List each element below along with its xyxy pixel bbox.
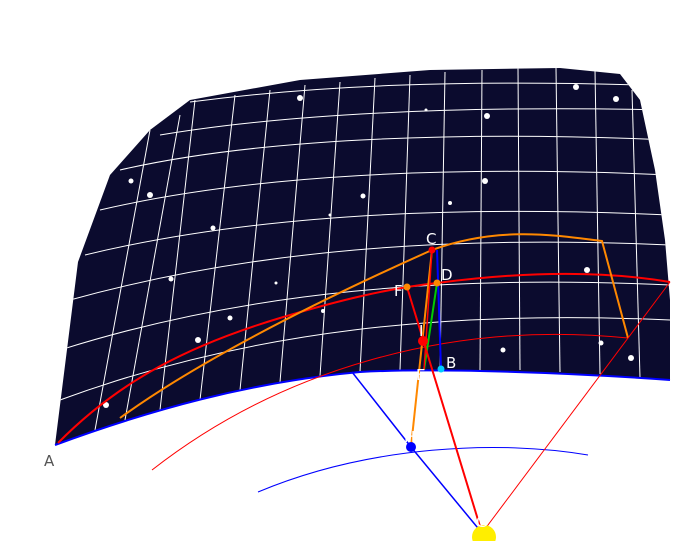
point-d[interactable] bbox=[433, 279, 441, 287]
label-c: C bbox=[426, 230, 436, 248]
label-e: E bbox=[416, 366, 425, 384]
blue-line-b-to-h bbox=[351, 371, 412, 448]
point-f[interactable] bbox=[403, 283, 411, 291]
blue-lower-arc bbox=[257, 446, 589, 493]
label-h: H bbox=[404, 428, 415, 446]
label-a: A bbox=[44, 452, 55, 470]
label-i: I bbox=[419, 322, 423, 340]
label-g: G bbox=[476, 513, 488, 531]
label-f: F bbox=[394, 282, 403, 300]
sky-region bbox=[55, 68, 670, 445]
celestial-sphere-diagram: A C D F I B E H G bbox=[44, 68, 671, 541]
blue-line-h-to-g bbox=[410, 446, 483, 534]
label-b: B bbox=[446, 354, 456, 372]
label-d: D bbox=[441, 266, 453, 284]
point-b[interactable] bbox=[437, 365, 445, 373]
